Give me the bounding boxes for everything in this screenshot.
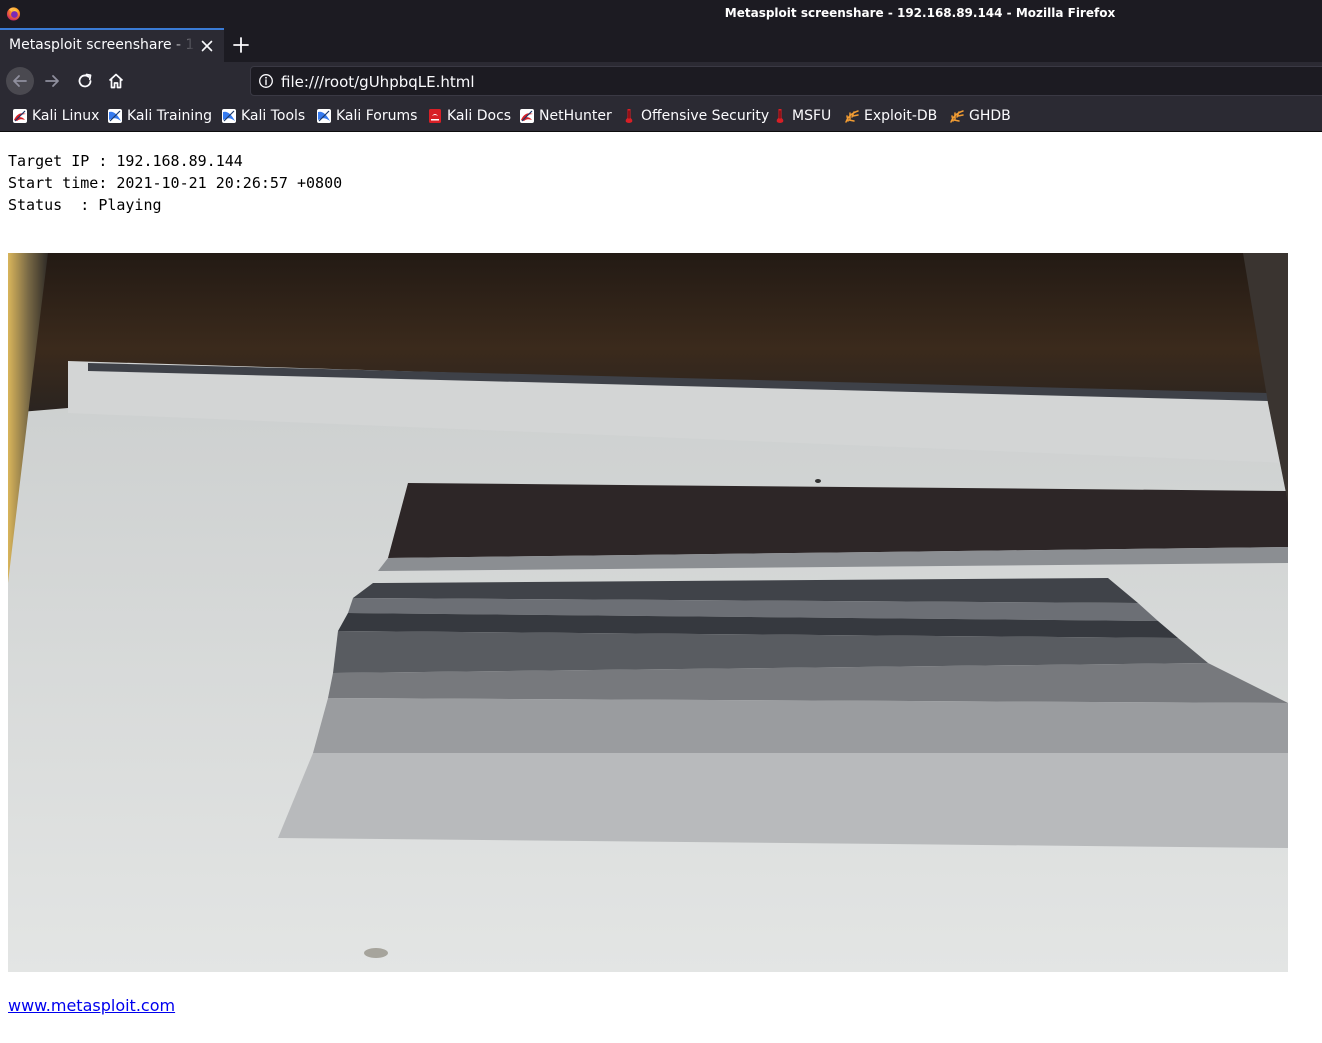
home-icon (108, 73, 124, 89)
bookmark-kali-linux[interactable]: Kali Linux (12, 107, 99, 125)
bookmark-exploit-db[interactable]: Exploit-DB (844, 107, 937, 125)
bookmark-label: Exploit-DB (864, 108, 938, 124)
home-button[interactable] (102, 67, 130, 95)
bookmark-kali-training[interactable]: Kali Training (107, 107, 212, 125)
status-value: Playing (98, 196, 162, 214)
start-time-value: 2021-10-21 20:26:57 +0800 (116, 174, 343, 192)
window-titlebar[interactable]: Metasploit screenshare - 192.168.89.144 … (0, 0, 1322, 28)
bookmark-label: GHDB (969, 108, 1011, 124)
firefox-icon (6, 7, 21, 21)
session-info: Target IP : 192.168.89.144 Start time: 2… (8, 150, 342, 216)
back-button[interactable] (6, 67, 34, 95)
kali-docs-icon (429, 109, 441, 123)
start-time-label: Start time (8, 174, 99, 192)
address-bar[interactable]: file:///root/gUhpbqLE.html (250, 66, 1322, 96)
tab-metasploit-screenshare[interactable]: Metasploit screenshare - 192.168.89.144 (0, 28, 224, 62)
bookmark-label: Kali Docs (447, 108, 512, 124)
back-arrow-icon (13, 75, 27, 87)
target-ip-label: Target IP (8, 152, 99, 170)
reload-icon (78, 73, 92, 88)
navigation-toolbar: file:///root/gUhpbqLE.html (0, 62, 1322, 100)
bookmark-label: MSFU (792, 108, 832, 124)
site-info-icon[interactable] (258, 73, 274, 89)
metasploit-link[interactable]: www.metasploit.com (8, 996, 175, 1015)
tab-strip: Metasploit screenshare - 192.168.89.144 (0, 28, 1322, 62)
bookmark-label: Kali Training (127, 108, 212, 124)
bookmark-ghdb[interactable]: GHDB (949, 107, 1011, 125)
url-text[interactable]: file:///root/gUhpbqLE.html (281, 73, 475, 91)
new-tab-plus-icon[interactable] (231, 35, 251, 55)
tab-title: Metasploit screenshare - 192.168.89.144 (9, 37, 195, 53)
start-time-row: Start time: 2021-10-21 20:26:57 +0800 (8, 174, 343, 192)
status-row: Status : Playing (8, 196, 162, 214)
bookmark-label: Kali Linux (32, 108, 100, 124)
status-label: Status (8, 196, 81, 214)
exploitdb-icon (845, 110, 859, 123)
bookmark-kali-forums[interactable]: Kali Forums (316, 107, 417, 125)
bookmark-label: NetHunter (539, 108, 612, 124)
ghdb-icon (950, 110, 964, 123)
bookmark-label: Kali Forums (336, 108, 418, 124)
msfu-icon (776, 109, 784, 123)
nethunter-icon (520, 109, 534, 123)
bookmark-kali-tools[interactable]: Kali Tools (221, 107, 305, 125)
target-ip-value: 192.168.89.144 (116, 152, 243, 170)
screenshare-stream-image (8, 253, 1288, 972)
kali-forums-icon (317, 109, 331, 123)
kali-training-icon (108, 109, 122, 123)
bookmark-offensive-security[interactable]: Offensive Security (621, 107, 769, 125)
webcam-frame-graphic (8, 253, 1288, 972)
forward-button[interactable] (38, 67, 66, 95)
target-ip-row: Target IP : 192.168.89.144 (8, 152, 243, 170)
bookmarks-toolbar: Kali Linux Kali Training Kali Tools Kali… (0, 100, 1322, 132)
reload-button[interactable] (71, 67, 99, 95)
kali-icon (13, 109, 27, 123)
bookmark-msfu[interactable]: MSFU (772, 107, 831, 125)
offsec-icon (625, 109, 633, 123)
bookmark-label: Offensive Security (641, 108, 770, 124)
bookmark-kali-docs[interactable]: Kali Docs (427, 107, 511, 125)
bookmark-label: Kali Tools (241, 108, 306, 124)
forward-arrow-icon (45, 75, 59, 87)
window-title: Metasploit screenshare - 192.168.89.144 … (724, 6, 1116, 20)
close-icon[interactable] (199, 38, 215, 54)
bookmark-nethunter[interactable]: NetHunter (519, 107, 612, 125)
kali-tools-icon (222, 109, 236, 123)
